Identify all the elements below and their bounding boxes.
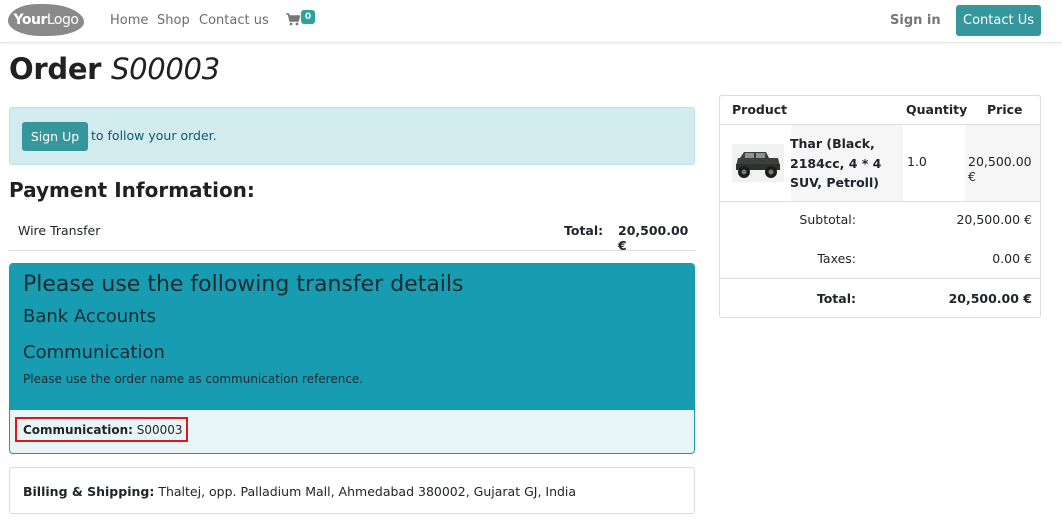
sign-in-link[interactable]: Sign in [890,13,941,28]
order-summary-table: Product Quantity Price Thar (Black, 2184… [719,95,1041,318]
summary-total-value: 20,500.00 € [948,291,1032,306]
transfer-details-header: Please use the following transfer detail… [10,264,694,410]
taxes-label: Taxes: [817,251,856,266]
nav-contact-us[interactable]: Contact us [199,13,269,28]
billing-shipping-address: Billing & Shipping: Thaltej, opp. Pallad… [23,484,576,499]
product-quantity: 1.0 [907,154,927,169]
transfer-details-card: Please use the following transfer detail… [9,263,695,454]
column-header-price: Price [987,102,1023,117]
payment-method: Wire Transfer [18,223,101,238]
cart-count-badge: 0 [301,10,315,24]
billing-address-value: Thaltej, opp. Palladium Mall, Ahmedabad … [158,484,577,499]
billing-shipping-card: Billing & Shipping: Thaltej, opp. Pallad… [9,467,695,514]
contact-us-button[interactable]: Contact Us [956,5,1041,36]
summary-total-label: Total: [816,291,856,306]
subtotal-value: 20,500.00 € [956,212,1032,227]
logo[interactable]: Your Logo [8,4,84,36]
total-row: Total: 20,500.00 € [720,278,1040,317]
communication-value: S00003 [136,423,183,437]
page-title: Order S00003 [9,52,220,86]
nav-home[interactable]: Home [110,13,148,28]
navbar: Your Logo Home Shop Contact us 0 Sign in … [0,0,1062,43]
logo-text-light: Logo [46,12,79,28]
product-price: 20,500.00 € [968,154,1032,184]
communication-highlight: Communication: S00003 [15,417,188,442]
column-header-quantity: Quantity [906,102,968,117]
communication-label: Communication: [23,423,133,437]
column-header-product: Product [732,102,788,117]
payment-row: Wire Transfer Total: 20,500.00 € [9,212,695,253]
order-name: S00003 [110,52,220,86]
subtotal-label: Subtotal: [799,212,856,227]
communication-heading: Communication [23,342,165,363]
signup-alert: Sign Up to follow your order. [9,107,695,165]
taxes-value: 0.00 € [992,251,1032,266]
payment-total-value: 20,500.00 € [618,223,689,253]
signup-alert-text: to follow your order. [91,128,217,143]
logo-text-bold: Your [13,12,48,28]
payment-information-title: Payment Information: [9,178,255,202]
page-title-prefix: Order [9,52,102,86]
communication-reference: Communication: S00003 [23,423,183,437]
sign-up-button[interactable]: Sign Up [22,122,88,151]
bank-accounts-heading: Bank Accounts [23,306,156,327]
nav-shop[interactable]: Shop [157,13,190,28]
communication-note: Please use the order name as communicati… [23,372,364,386]
payment-total-label: Total: [564,223,604,238]
cart-icon[interactable] [286,13,300,26]
product-name[interactable]: Thar (Black, 2184cc, 4 * 4 SUV, Petroll) [790,134,905,193]
billing-shipping-label: Billing & Shipping: [23,484,155,499]
product-image-jeep[interactable] [732,144,784,182]
table-row: Thar (Black, 2184cc, 4 * 4 SUV, Petroll)… [720,124,1040,202]
transfer-details-heading: Please use the following transfer detail… [23,272,464,297]
